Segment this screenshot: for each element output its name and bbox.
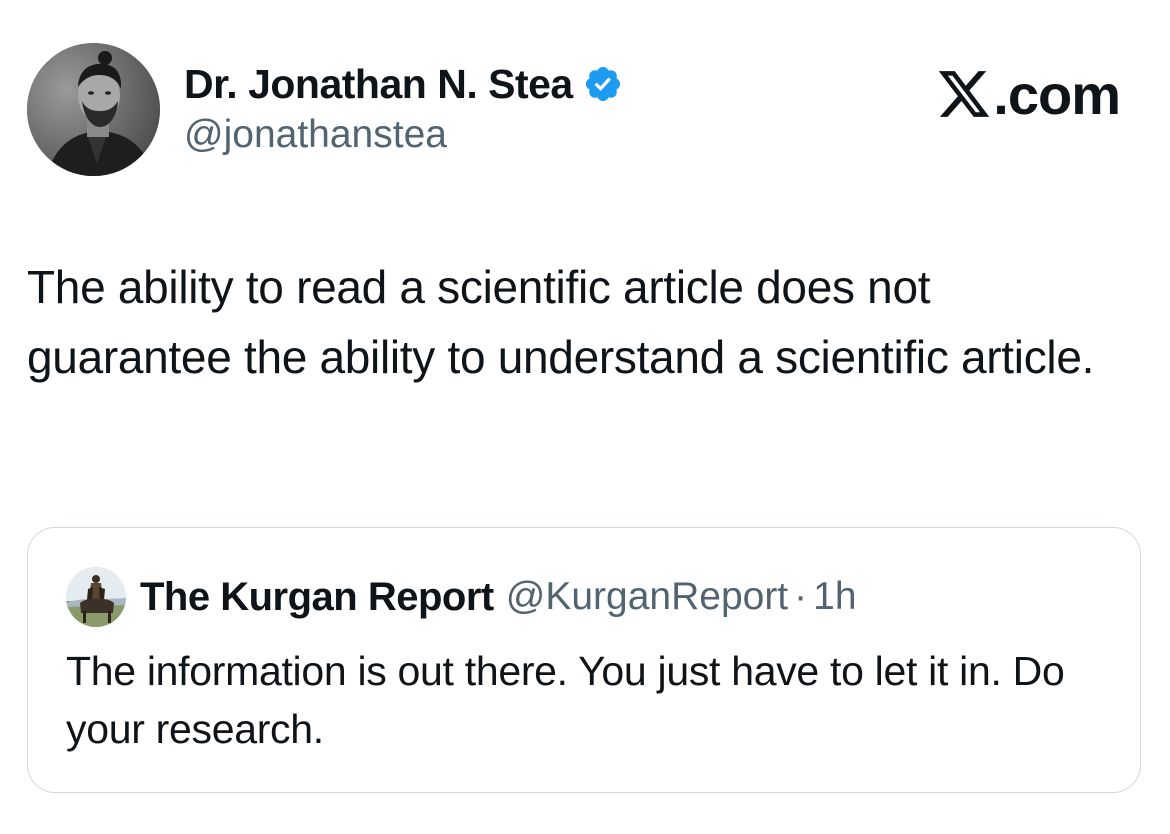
quoted-tweet-header: The Kurgan Report @KurganReport · 1h [66, 566, 857, 628]
quoted-tweet-text: The information is out there. You just h… [66, 648, 1065, 752]
author-avatar[interactable] [27, 43, 160, 176]
quoted-separator: · [794, 575, 808, 618]
author-display-name[interactable]: Dr. Jonathan N. Stea [184, 61, 573, 108]
quoted-avatar[interactable] [66, 567, 126, 627]
brand-label: .com [993, 63, 1121, 126]
quoted-timestamp[interactable]: 1h [813, 575, 856, 619]
brand-watermark: .com [939, 62, 1121, 127]
quoted-display-name[interactable]: The Kurgan Report [140, 575, 494, 620]
quoted-tweet-card[interactable]: The Kurgan Report @KurganReport · 1h The… [27, 527, 1141, 793]
quoted-avatar-image [66, 567, 126, 627]
author-name-row: Dr. Jonathan N. Stea [184, 58, 623, 110]
x-logo-icon [939, 70, 990, 117]
quoted-handle[interactable]: @KurganReport [506, 575, 788, 619]
author-handle[interactable]: @jonathanstea [184, 113, 447, 157]
verified-badge-icon [583, 64, 623, 104]
tweet-text: The ability to read a scientific article… [27, 261, 1095, 383]
author-avatar-image [27, 43, 160, 176]
